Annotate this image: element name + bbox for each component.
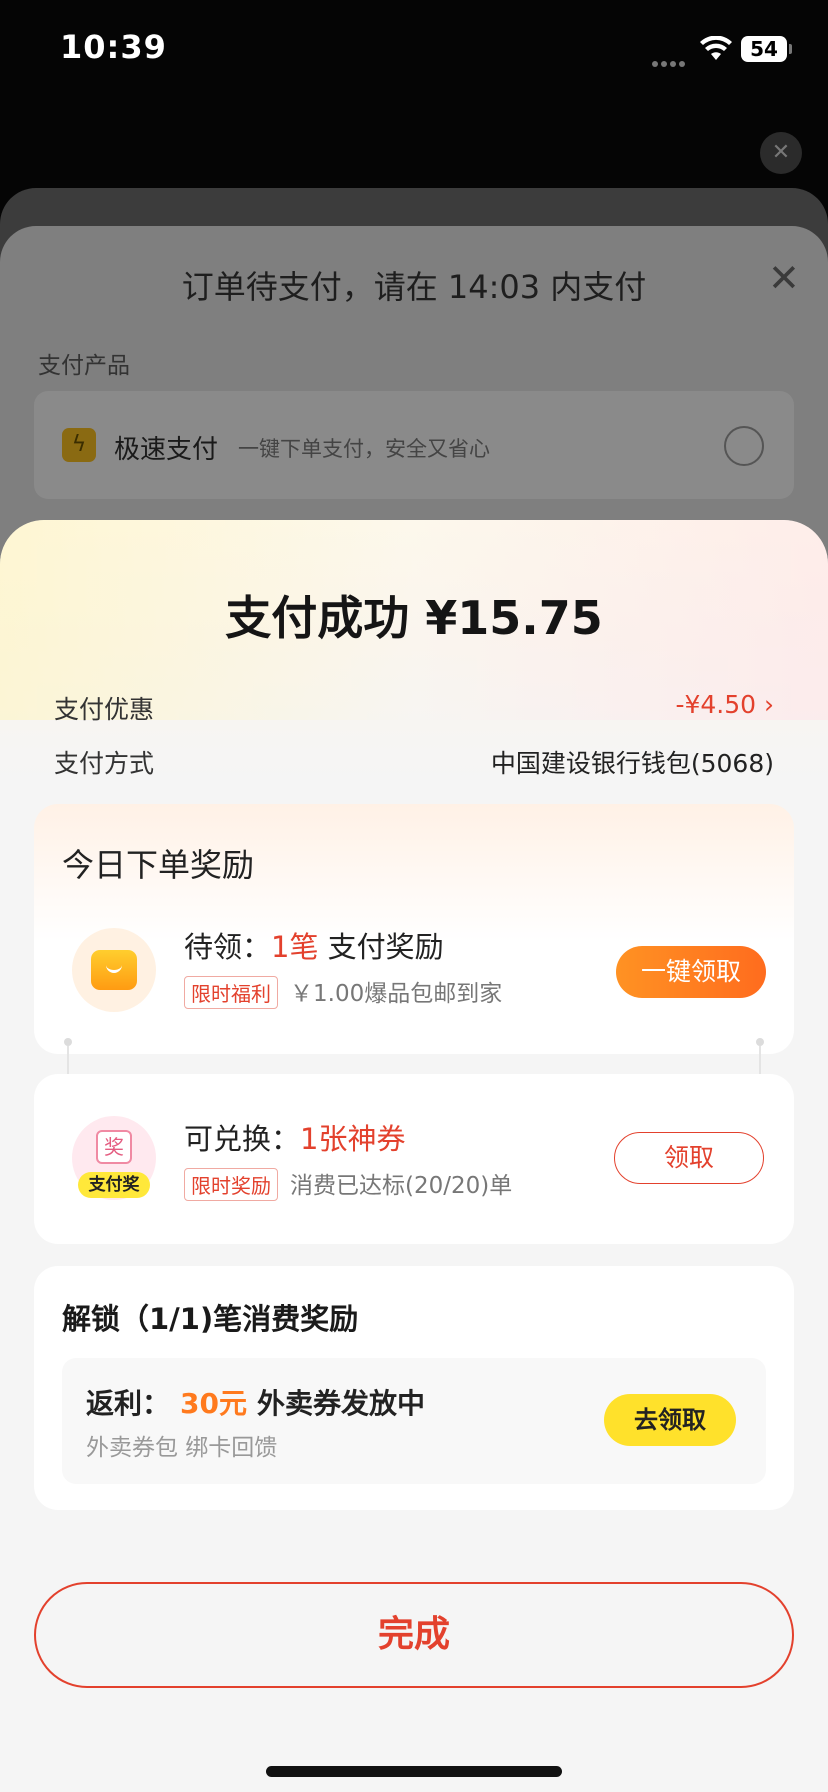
unlock-reward-title: 解锁（1/1)笔消费奖励 [62,1302,359,1336]
exchange-subtitle: 限时奖励 消费已达标(20/20)单 [184,1166,512,1201]
daily-reward-title: 今日下单奖励 [62,846,255,884]
home-indicator [266,1766,562,1777]
radio-button[interactable] [724,426,764,466]
payment-success-sheet: 支付成功 ¥15.75 支付优惠 -¥4.50 › 支付方式 中国建设银行钱包(… [0,520,828,1792]
payment-product-label: 支付产品 [38,353,130,379]
battery-icon: 54 [741,36,787,62]
rebate-subtitle: 外卖券包 绑卡回馈 [86,1435,278,1461]
payment-method-value: 中国建设银行钱包(5068) [490,749,774,778]
discount-value: -¥4.50 [675,690,757,719]
claim-button[interactable]: 领取 [614,1132,764,1184]
prize-badge: 支付奖 [78,1172,150,1198]
payment-method-label: 支付方式 [54,749,155,778]
reward-subtitle: 限时福利 ￥1.00爆品包邮到家 [184,974,502,1009]
wallet-icon [72,928,156,1012]
pending-payment-title: 订单待支付，请在 14:03 内支付 [181,268,647,306]
lightning-icon: ϟ [62,428,96,462]
exchange-card: 奖 支付奖 可兑换：1张神券 限时奖励 消费已达标(20/20)单 领取 [34,1074,794,1244]
pending-reward-count: 1笔 [271,930,319,964]
rebate-item: 返利： 30元 外卖券发放中 外卖券包 绑卡回馈 去领取 [62,1358,766,1484]
status-time: 10:39 [60,28,167,66]
status-bar: 10:39 54 [0,0,828,100]
pending-reward-text: 待领：1笔 支付奖励 [184,930,444,964]
exchange-count: 1张神券 [300,1122,406,1156]
product-name: 极速支付 [114,435,219,465]
chevron-right-icon: › [764,690,774,719]
limited-reward-tag: 限时奖励 [184,1168,278,1201]
exchange-description: 消费已达标(20/20)单 [290,1173,513,1199]
discount-row[interactable]: 支付优惠 -¥4.50 › [54,690,774,726]
reward-description: ￥1.00爆品包邮到家 [290,981,503,1007]
discount-label: 支付优惠 [54,695,155,724]
exchange-text: 可兑换：1张神券 [184,1122,406,1156]
prize-icon: 奖 支付奖 [72,1116,156,1200]
daily-reward-card: 今日下单奖励 待领：1笔 支付奖励 限时福利 ￥1.00爆品包邮到家 一键领取 [34,804,794,1054]
battery-cap [789,44,792,54]
claim-all-button[interactable]: 一键领取 [616,946,766,998]
wifi-icon [700,36,732,60]
payment-method-row: 支付方式 中国建设银行钱包(5068) [54,744,774,780]
product-description: 一键下单支付，安全又省心 [238,437,490,461]
close-icon[interactable]: ✕ [768,256,800,300]
payment-success-title: 支付成功 ¥15.75 [225,591,603,645]
limited-welfare-tag: 限时福利 [184,976,278,1009]
background-close-icon[interactable]: ✕ [760,132,802,174]
payment-product-option[interactable]: ϟ 极速支付 一键下单支付，安全又省心 [34,391,794,499]
go-claim-button[interactable]: 去领取 [604,1394,736,1446]
unlock-reward-card: 解锁（1/1)笔消费奖励 返利： 30元 外卖券发放中 外卖券包 绑卡回馈 去领取 [34,1266,794,1510]
rebate-text: 返利： 30元 外卖券发放中 [86,1387,425,1420]
rebate-amount: 30元 [180,1387,247,1420]
cellular-signal-icon [652,52,690,67]
done-button[interactable]: 完成 [34,1582,794,1688]
